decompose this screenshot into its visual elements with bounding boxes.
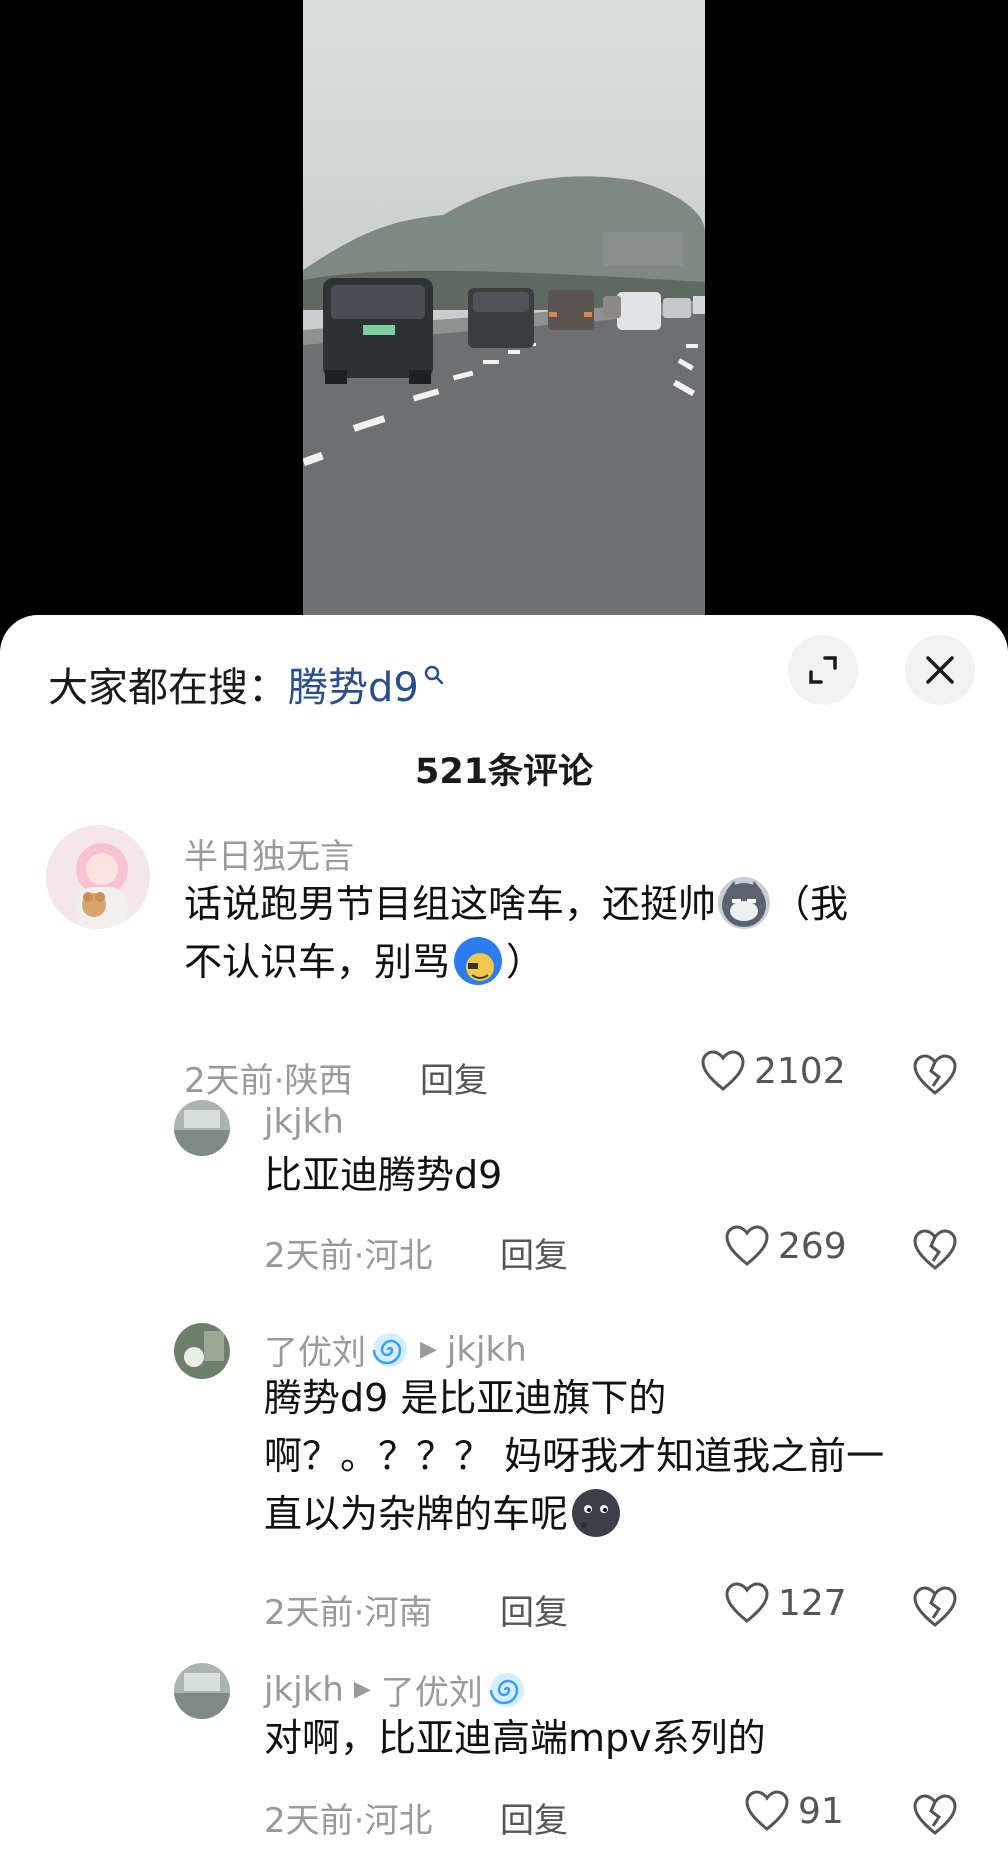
avatar[interactable] [174,1323,230,1379]
broken-heart-icon [913,1586,957,1627]
avatar-image [174,1323,230,1379]
comment-text: 对啊，比亚迪高端mpv系列的 [264,1709,974,1767]
comment-text-line: 话说跑男节目组这啥车，还挺帅 [184,882,717,926]
broken-heart-icon [913,1054,957,1095]
expand-button[interactable] [788,635,858,705]
highway-video-image [303,0,705,640]
reply-button[interactable]: 回复 [420,1053,488,1102]
video-frame[interactable] [303,0,705,640]
comment-text-line: 对啊，比亚迪高端mpv系列的 [264,1716,766,1760]
comment-text-line: 啊？。？？？ 妈呀我才知道我之前一 [264,1434,885,1478]
avatar-image [174,1663,230,1719]
close-icon [926,656,954,684]
broken-heart-icon [913,1229,957,1270]
reply-button[interactable]: 回复 [500,1228,568,1277]
heart-icon [725,1582,769,1623]
heart-icon [725,1225,769,1266]
dislike-button[interactable] [912,1228,958,1276]
search-mini-icon [424,665,444,685]
reply-button[interactable]: 回复 [500,1793,568,1842]
blue-hair-emoji-icon [452,935,504,987]
reply-to-username[interactable]: 了优刘 [381,1665,483,1714]
reply-header: jkjkh ▶ 了优刘 [264,1665,527,1714]
dislike-button[interactable] [912,1053,958,1101]
avatar[interactable] [174,1663,230,1719]
comment-username[interactable]: 了优刘 [264,1325,366,1374]
comment-username[interactable]: jkjkh [264,1670,344,1710]
comment-sheet: 大家都在搜： 腾势d9 521条评论 半日独无言 话说跑男节目组这啥车，还挺帅 … [0,615,1008,1868]
close-button[interactable] [905,635,975,705]
avatar-image [46,825,150,929]
video-player[interactable] [0,0,1008,640]
dislike-button[interactable] [912,1585,958,1633]
like-button[interactable]: 91 [744,1789,844,1833]
avatar-image [174,1100,230,1156]
avatar[interactable] [174,1100,230,1156]
reply-button[interactable]: 回复 [500,1585,568,1634]
like-button[interactable]: 269 [724,1224,847,1268]
heart-icon [745,1790,789,1831]
arrow-right-icon: ▶ [420,1337,437,1362]
like-count: 91 [798,1790,844,1832]
spiral-icon [372,1332,407,1367]
like-count: 269 [778,1225,847,1267]
spiral-icon [489,1672,524,1707]
comment-time-location: 2天前·河南 [264,1593,433,1633]
avatar[interactable] [46,825,150,929]
comment-time-location: 2天前·陕西 [184,1061,353,1101]
comment-count: 521条评论 [414,752,594,792]
comment-text: 话说跑男节目组这啥车，还挺帅 （我 不认识车，别骂 ） [184,875,974,991]
like-button[interactable]: 127 [724,1581,847,1625]
reply-to-username[interactable]: jkjkh [447,1330,527,1370]
like-button[interactable]: 2102 [700,1049,846,1093]
comment-text-line: 腾势d9 是比亚迪旗下的 [264,1376,667,1420]
comment-text-line: 不认识车，别骂 [184,940,451,984]
comment-time-location: 2天前·河北 [264,1801,433,1841]
like-count: 2102 [754,1050,846,1092]
trending-search-prefix: 大家都在搜： [48,665,288,711]
expand-icon [809,656,837,684]
comment-text-line: 比亚迪腾势d9 [264,1153,503,1197]
comment-text: 腾势d9 是比亚迪旗下的 啊？。？？？ 妈呀我才知道我之前一 直以为杂牌的车呢 [264,1369,984,1543]
heart-icon [701,1050,745,1091]
comment-text-line: 直以为杂牌的车呢 [264,1492,569,1536]
comment-username[interactable]: jkjkh [264,1102,344,1142]
dislike-button[interactable] [912,1793,958,1841]
broken-heart-icon [913,1794,957,1835]
comment-text: 比亚迪腾势d9 [264,1146,974,1204]
comment-text-line: （我 [772,882,849,926]
moon-face-emoji-icon [570,1487,622,1539]
wolf-emoji-icon [718,876,771,929]
comment-text-line: ） [506,940,545,984]
arrow-right-icon: ▶ [353,1677,371,1702]
trending-search-keyword[interactable]: 腾势d9 [288,655,419,713]
comment-time-location: 2天前·河北 [264,1236,433,1276]
reply-header: 了优刘 ▶ jkjkh [264,1325,527,1374]
like-count: 127 [778,1582,847,1624]
comment-username[interactable]: 半日独无言 [184,829,354,878]
trending-search[interactable]: 大家都在搜： 腾势d9 [48,655,445,713]
